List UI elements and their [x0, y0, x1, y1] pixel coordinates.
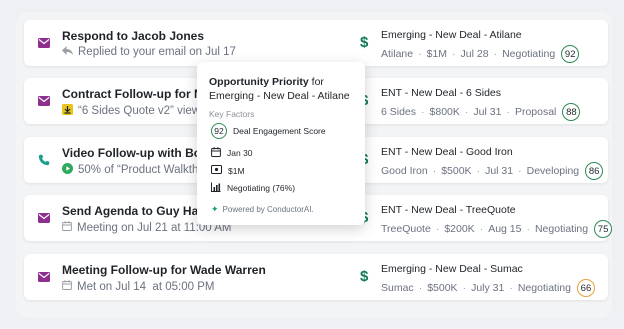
play-icon: [62, 163, 73, 177]
deal-score-badge[interactable]: 66: [576, 279, 595, 297]
deal-name[interactable]: ENT - New Deal - TreeQuote: [381, 204, 516, 216]
popover-title: Opportunity Priority for Emerging - New …: [209, 76, 350, 102]
envelope-icon: [37, 94, 51, 108]
activity-subtitle: Replied to your email on Jul 17: [62, 46, 236, 58]
activity-subtitle: “6 Sides Quote v2” viewed: [62, 104, 212, 118]
deal-score-badge[interactable]: 92: [561, 45, 580, 63]
deal-score-badge[interactable]: 75: [594, 220, 613, 238]
calendar-icon: [211, 147, 221, 159]
stage-row: Negotiating (76%): [211, 182, 295, 194]
key-factors-label: Key Factors: [209, 109, 255, 119]
deal-meta: TreeQuote · $200K · Aug 15 · Negotiating 75: [381, 220, 613, 238]
bar-chart-icon: [211, 182, 221, 194]
reply-icon: [62, 46, 73, 58]
sparkle-icon: ✦: [211, 204, 219, 214]
activity-card[interactable]: Meeting Follow-up for Wade Warren Met on…: [24, 254, 608, 300]
download-icon: [62, 104, 73, 118]
envelope-icon: [37, 211, 51, 225]
envelope-icon: [37, 36, 51, 50]
powered-by: ✦ Powered by ConductorAI.: [211, 204, 314, 214]
deal-meta: Atilane · $1M · Jul 28 · Negotiating 92: [381, 45, 580, 63]
cash-icon: [211, 165, 222, 176]
engagement-score-row: 92 Deal Engagement Score: [211, 123, 326, 139]
deal-name[interactable]: Emerging - New Deal - Atilane: [381, 29, 522, 41]
deal-name[interactable]: ENT - New Deal - 6 Sides: [381, 87, 501, 99]
amount-row: $1M: [211, 165, 245, 176]
phone-icon: [37, 153, 51, 167]
envelope-icon: [37, 270, 51, 284]
opportunity-priority-popover: Opportunity Priority for Emerging - New …: [197, 62, 365, 225]
activity-card[interactable]: Respond to Jacob Jones Replied to your e…: [24, 20, 608, 66]
deal-meta: 6 Sides · $800K · Jul 31 · Proposal 88: [381, 103, 581, 121]
deal-meta: Sumac · $500K · July 31 · Negotiating 66: [381, 279, 595, 297]
activity-title[interactable]: Respond to Jacob Jones: [62, 29, 204, 43]
activity-subtitle: Met on Jul 14 at 05:00 PM: [62, 280, 214, 293]
calendar-icon: [62, 280, 72, 293]
calendar-icon: [62, 221, 72, 234]
deal-score-badge[interactable]: 88: [562, 103, 581, 121]
activity-title[interactable]: Meeting Follow-up for Wade Warren: [62, 263, 266, 277]
deal-name[interactable]: ENT - New Deal - Good Iron: [381, 146, 513, 158]
deal-name[interactable]: Emerging - New Deal - Sumac: [381, 263, 523, 275]
engagement-score-badge: 92: [211, 123, 227, 139]
deal-score-badge[interactable]: 86: [585, 162, 604, 180]
close-date-row: Jan 30: [211, 147, 253, 159]
activity-subtitle: 50% of “Product Walkthrough”: [62, 163, 212, 177]
dollar-icon: $: [360, 34, 369, 51]
activity-title[interactable]: Video Follow-up with Bob Brady: [62, 146, 212, 160]
deal-meta: Good Iron · $500K · Jul 31 · Developing 86: [381, 162, 604, 180]
activity-title[interactable]: Contract Follow-up for Marcus: [62, 87, 212, 101]
dollar-icon: $: [360, 268, 369, 285]
